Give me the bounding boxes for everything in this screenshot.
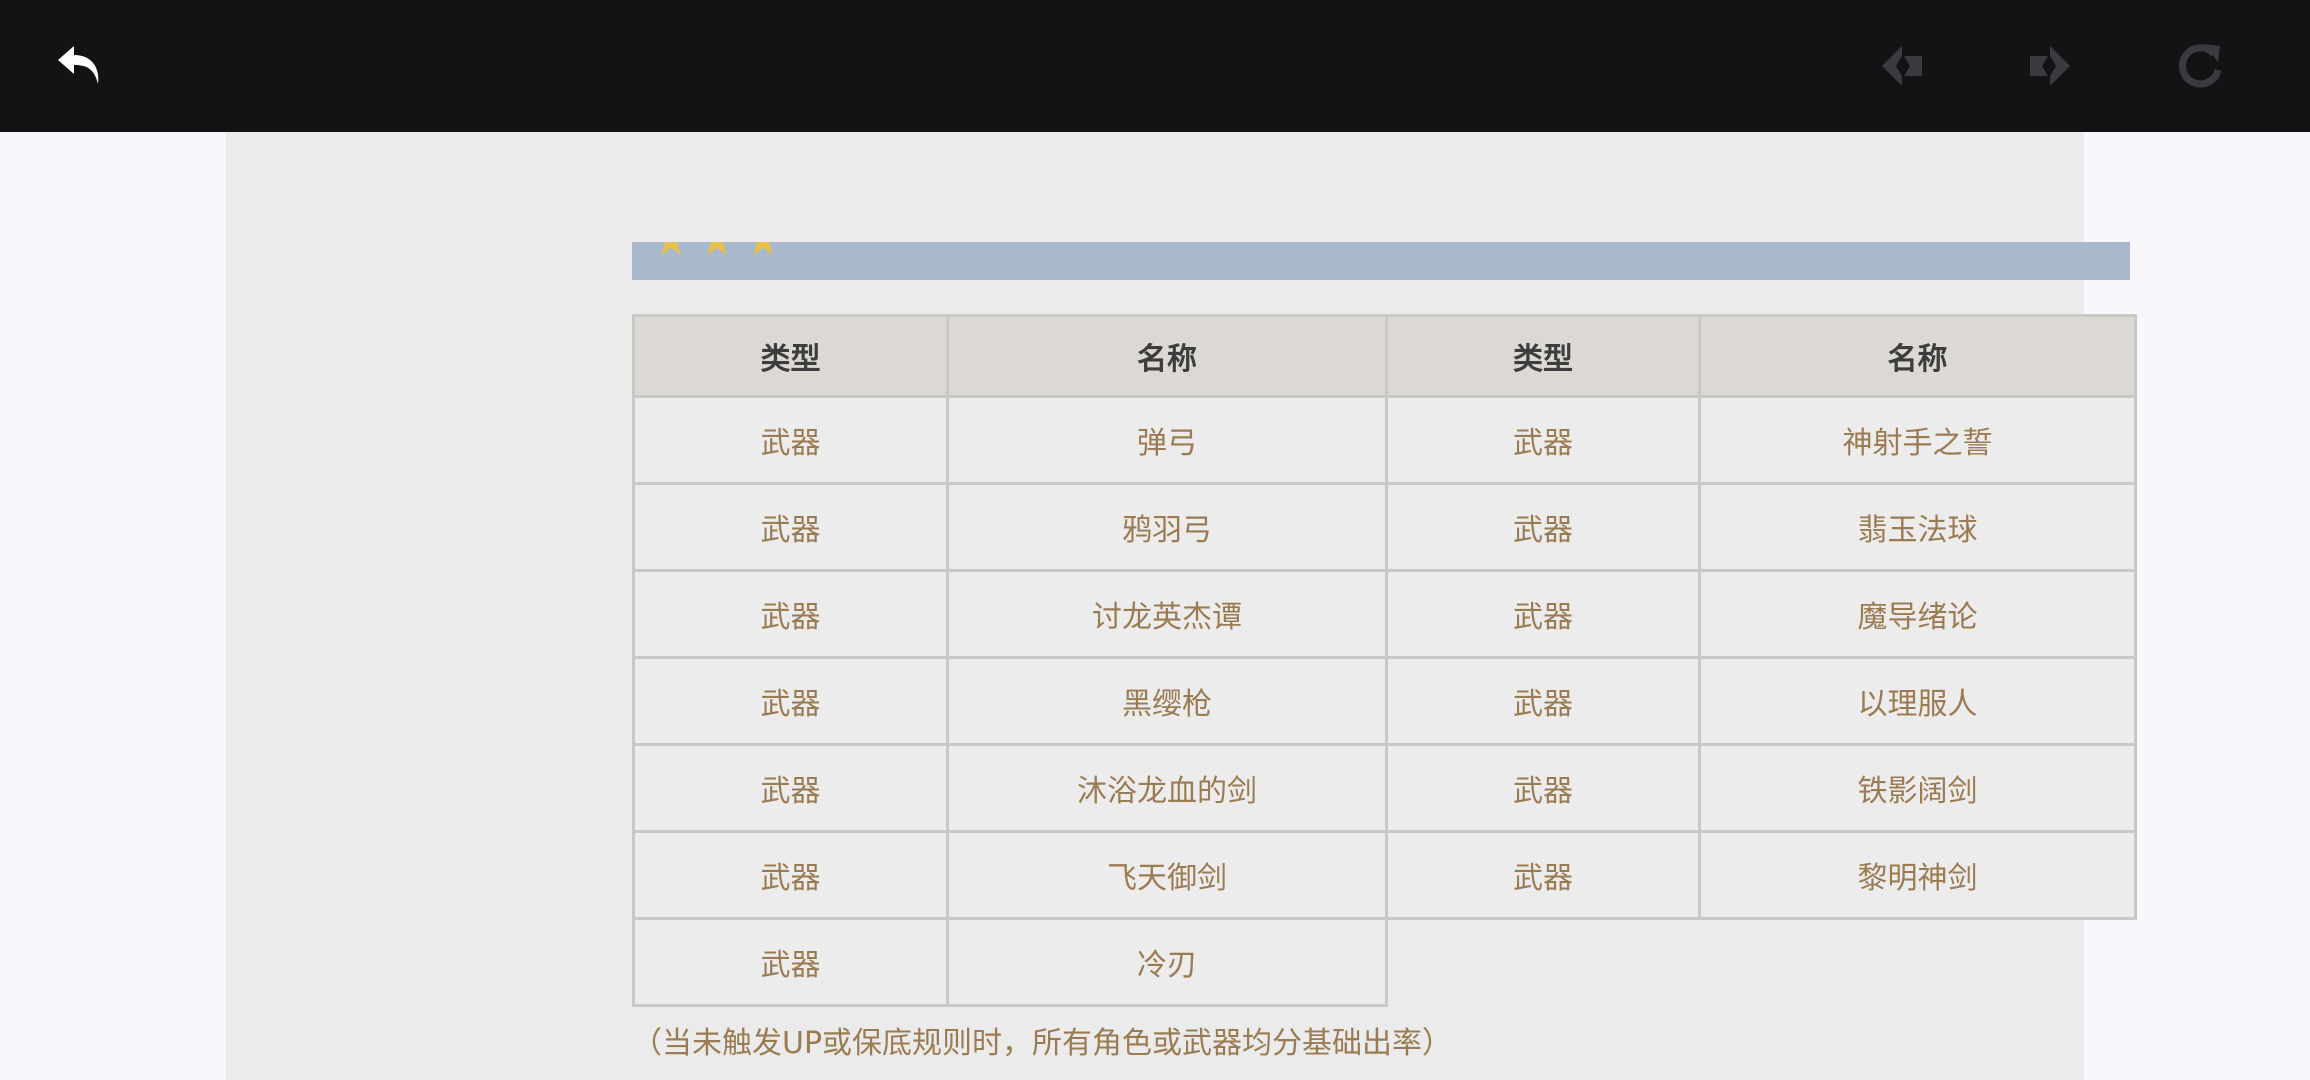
content-area: 类型 名称 类型 名称 武器 弹弓 武器 神射手之誓 武器 鸦羽弓 武器 翡玉法… (226, 132, 2137, 1080)
cell-type: 武器 (1385, 569, 1701, 659)
next-button[interactable] (2014, 30, 2086, 102)
top-toolbar (0, 0, 2310, 132)
back-arrow-icon (58, 46, 99, 84)
prev-button[interactable] (1866, 30, 1938, 102)
star-icon (746, 242, 780, 255)
cell-type: 武器 (632, 656, 949, 746)
cell-name: 翡玉法球 (1698, 482, 2137, 572)
table-row: 武器 冷刃 (632, 917, 2136, 1007)
table-row: 武器 飞天御剑 武器 黎明神剑 (632, 830, 2137, 920)
cell-name: 冷刃 (946, 917, 1388, 1007)
cell-name: 铁影阔剑 (1698, 743, 2137, 833)
cell-empty (1387, 919, 1700, 1006)
star-icon (654, 242, 688, 255)
cell-type: 武器 (632, 482, 949, 572)
cell-type: 武器 (632, 395, 949, 485)
table-row: 武器 讨龙英杰谭 武器 魔导绪论 (632, 569, 2137, 659)
table-row: 武器 鸦羽弓 武器 翡玉法球 (632, 482, 2137, 572)
cell-name: 讨龙英杰谭 (946, 569, 1388, 659)
rarity-stars (654, 242, 780, 258)
next-arrow-icon (2030, 46, 2070, 86)
cell-type: 武器 (632, 830, 949, 920)
cell-name: 以理服人 (1698, 656, 2137, 746)
cell-name: 弹弓 (946, 395, 1388, 485)
cell-name: 沐浴龙血的剑 (946, 743, 1388, 833)
cell-type: 武器 (1385, 482, 1701, 572)
cell-name: 神射手之誓 (1698, 395, 2137, 485)
cell-type: 武器 (632, 743, 949, 833)
rate-note: （当未触发UP或保底规则时，所有角色或武器均分基础出率） (632, 1026, 1453, 1061)
table-header-row: 类型 名称 类型 名称 (632, 314, 2137, 398)
star-icon (700, 242, 734, 255)
cell-name: 鸦羽弓 (946, 482, 1388, 572)
header-name: 名称 (946, 314, 1388, 398)
cell-type: 武器 (1385, 743, 1701, 833)
item-pool-table: 类型 名称 类型 名称 武器 弹弓 武器 神射手之誓 武器 鸦羽弓 武器 翡玉法… (632, 314, 2137, 1007)
prev-arrow-icon (1882, 46, 1922, 86)
table-row: 武器 弹弓 武器 神射手之誓 (632, 395, 2137, 485)
header-name: 名称 (1698, 314, 2137, 398)
section-banner (632, 242, 2130, 280)
reload-button[interactable] (2164, 30, 2236, 102)
cell-name: 黎明神剑 (1698, 830, 2137, 920)
table-row: 武器 黑缨枪 武器 以理服人 (632, 656, 2137, 746)
table-row: 武器 沐浴龙血的剑 武器 铁影阔剑 (632, 743, 2137, 833)
cell-name: 黑缨枪 (946, 656, 1388, 746)
cell-type: 武器 (632, 917, 949, 1007)
header-type: 类型 (1385, 314, 1701, 398)
cell-name: 飞天御剑 (946, 830, 1388, 920)
cell-type: 武器 (1385, 656, 1701, 746)
cell-empty (1700, 919, 2136, 1006)
cell-name: 魔导绪论 (1698, 569, 2137, 659)
header-type: 类型 (632, 314, 949, 398)
back-button[interactable] (46, 30, 118, 102)
cell-type: 武器 (1385, 395, 1701, 485)
cell-type: 武器 (1385, 830, 1701, 920)
reload-icon (2179, 44, 2222, 88)
cell-type: 武器 (632, 569, 949, 659)
